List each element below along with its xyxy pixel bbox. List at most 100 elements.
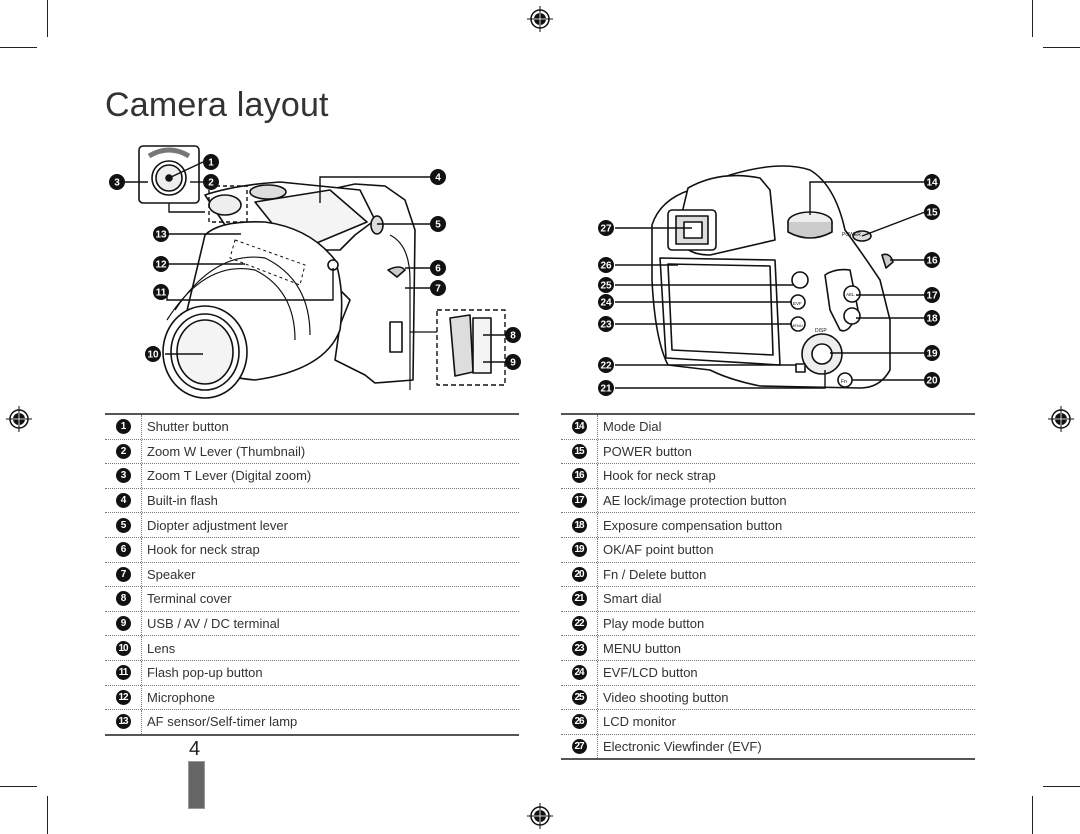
legend-row: 6 Hook for neck strap [105,537,519,563]
legend-number-cell: 12 [105,685,142,710]
legend-number-cell: 7 [105,562,142,587]
legend-number-cell: 18 [561,513,598,537]
callout-number-badge: 9 [115,616,131,632]
legend-number-cell: 10 [105,636,142,660]
legend-row: 2 Zoom W Lever (Thumbnail) [105,439,519,465]
legend-label: Hook for neck strap [147,542,260,558]
callout-number: 24 [600,298,612,309]
diagram-callout: 3 [109,174,125,190]
legend-row: 7 Speaker [105,562,519,588]
callout-number: 12 [155,260,167,271]
diagram-callout: 8 [505,327,521,343]
crop-mark [47,796,48,834]
callout-number-badge: 14 [571,419,587,435]
callout-number: 27 [600,224,612,235]
callout-number: 15 [926,208,938,219]
callout-number-badge: 5 [115,517,131,533]
diagram-callout: 14 [924,174,940,190]
legend-number-cell: 21 [561,587,598,611]
callout-number-badge: 3 [115,468,131,484]
legend-number-cell: 17 [561,488,598,513]
callout-number-badge: 27 [571,739,587,755]
crop-mark [1043,47,1080,48]
callout-number: 20 [926,376,938,387]
legend-number-cell: 2 [105,439,142,464]
callout-number: 7 [435,284,441,295]
callout-number: 17 [926,291,938,302]
diagram-callout: 18 [924,310,940,326]
callout-number-badge: 21 [571,591,587,607]
legend-number-cell: 6 [105,537,142,562]
legend-label: Diopter adjustment lever [147,517,288,533]
diagram-callout: 16 [924,252,940,268]
registration-mark-icon [1048,406,1074,432]
legend-row: 1 Shutter button [105,415,519,440]
legend-number-cell: 5 [105,513,142,537]
callout-number: 19 [926,349,938,360]
page-number: 4 [189,738,201,760]
legend-number-cell: 14 [561,415,598,439]
legend-number-cell: 19 [561,537,598,562]
legend-table-front: 1 Shutter button 2 Zoom W Lever (Thumbnail)… [105,413,519,736]
legend-row: 10 Lens [105,636,519,661]
callout-number-badge: 4 [115,493,131,509]
legend-row: 4 Built-in flash [105,488,519,514]
legend-number-cell: 9 [105,611,142,636]
legend-row: 26 LCD monitor [561,710,975,735]
legend-row: 12 Microphone [105,685,519,711]
callout-number-badge: 11 [115,665,131,681]
legend-number-cell: 4 [105,488,142,513]
callout-number: 5 [435,220,441,231]
legend-label: Electronic Viewfinder (EVF) [603,739,762,755]
diagram-callout: 4 [430,169,446,185]
diagram-callout: 9 [505,354,521,370]
legend-row: 19 OK/AF point button [561,537,975,563]
diagram-callout: 19 [924,345,940,361]
legend-row: 21 Smart dial [561,587,975,612]
crop-mark [1043,786,1080,787]
diagram-callout: 22 [598,357,614,373]
callout-number-badge: 12 [115,689,131,705]
fn-label-text: Fn [841,379,847,385]
callout-number-badge: 6 [115,542,131,558]
disp-label-text: DISP [815,328,827,334]
legend-label: POWER button [603,443,692,459]
legend-label: Built-in flash [147,493,218,509]
diagram-callout: 21 [598,380,614,396]
legend-label: Terminal cover [147,591,232,607]
registration-mark-icon [6,406,32,432]
legend-label: Shutter button [147,419,229,435]
callout-number: 18 [926,314,938,325]
registration-mark-icon [527,803,553,829]
legend-label: LCD monitor [603,714,676,730]
callout-number-badge: 24 [571,665,587,681]
legend-label: AF sensor/Self-timer lamp [147,714,298,730]
callout-number-badge: 17 [571,493,587,509]
camera-front-illustration: 123 45678910111213 [109,145,521,399]
legend-label: Video shooting button [603,689,729,705]
callout-number-badge: 2 [115,443,131,459]
legend-number-cell: 16 [561,464,598,488]
legend-row: 3 Zoom T Lever (Digital zoom) [105,464,519,489]
diagram-callout: 1 [203,154,219,170]
crop-mark [0,47,37,48]
callout-number: 10 [147,350,159,361]
crop-mark [1032,796,1033,834]
callout-number: 11 [156,288,167,299]
legend-label: Hook for neck strap [603,468,716,484]
legend-label: Flash pop-up button [147,665,263,681]
legend-label: MENU button [603,640,682,656]
callout-number-badge: 23 [571,640,587,656]
callout-number-badge: 20 [571,566,587,582]
chapter-tab-marker [188,761,205,809]
diagram-callout: 27 [598,220,614,236]
callout-number-badge: 10 [115,640,131,656]
legend-table-back: 14 Mode Dial 15 POWER button 16 Hook for neck… [561,413,975,761]
legend-row: 22 Play mode button [561,611,975,637]
crop-mark [47,0,48,37]
legend-number-cell: 3 [105,464,142,488]
legend-number-cell: 20 [561,562,598,587]
power-label-text: POWER [842,232,861,238]
legend-row: 11 Flash pop-up button [105,660,519,686]
legend-number-cell: 8 [105,587,142,611]
